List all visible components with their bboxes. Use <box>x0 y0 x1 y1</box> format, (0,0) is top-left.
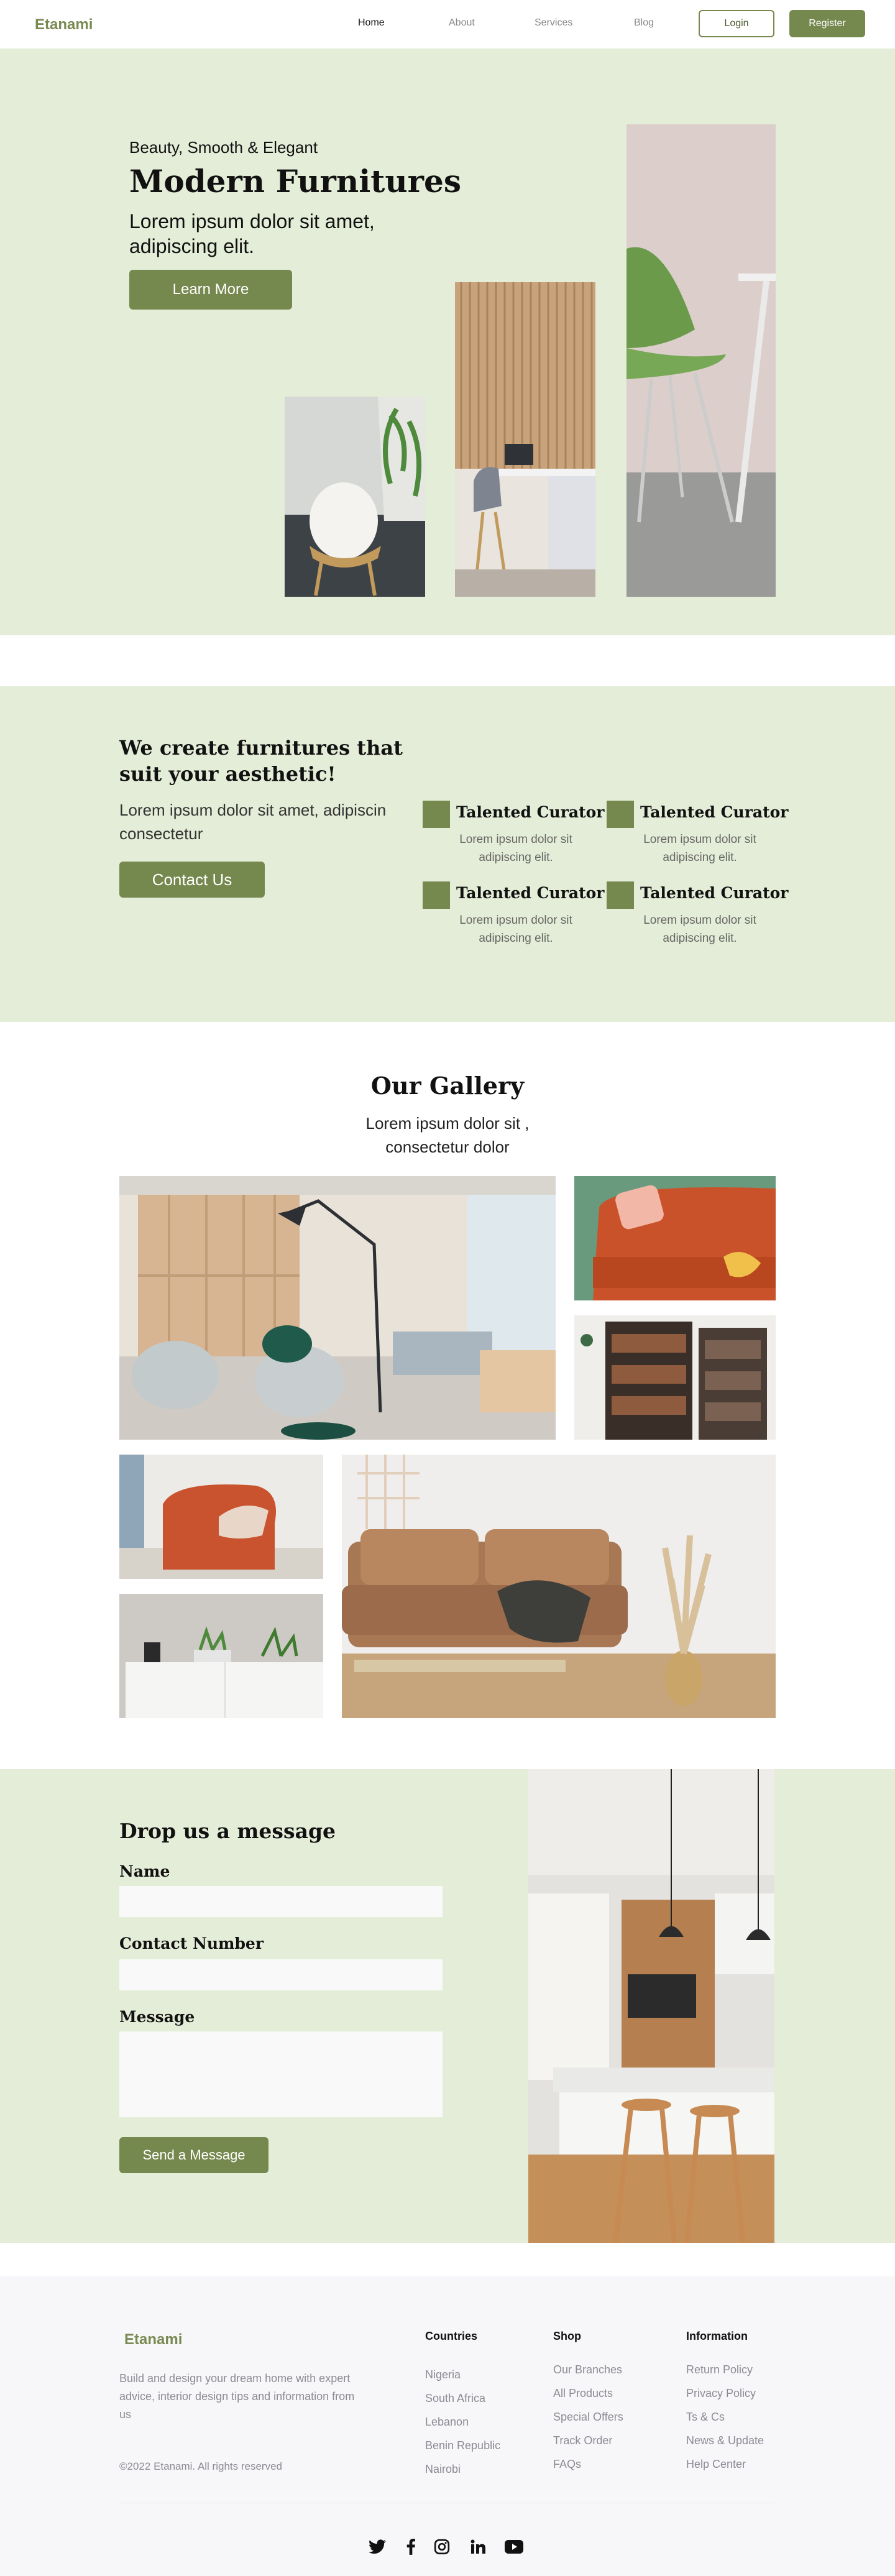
feature-square-icon <box>423 881 450 909</box>
footer-heading-shop: Shop <box>553 2330 581 2342</box>
message-field[interactable] <box>119 2031 443 2117</box>
linkedin-icon[interactable] <box>469 2537 487 2556</box>
facebook-icon[interactable] <box>402 2537 420 2556</box>
nav-link-about[interactable]: About <box>449 17 475 29</box>
nav-link-services[interactable]: Services <box>535 17 572 29</box>
contact-number-label: Contact Number <box>119 1934 264 1953</box>
message-label: Message <box>119 2008 195 2026</box>
footer: Etanami Build and design your dream home… <box>0 2276 895 2576</box>
feature-desc: Lorem ipsum dolor sit adipiscing elit. <box>643 833 756 864</box>
about-title: We create furnitures that suit your aest… <box>119 736 403 786</box>
gallery-image-lounge[interactable] <box>119 1176 556 1440</box>
footer-link[interactable]: Help Center <box>686 2458 746 2471</box>
footer-logo[interactable]: Etanami <box>124 2331 182 2348</box>
gallery-image-orange-sofa[interactable] <box>574 1176 776 1300</box>
feature-desc: Lorem ipsum dolor sit adipiscing elit. <box>643 914 756 945</box>
feature-title: Talented Curator <box>640 803 789 821</box>
contact-section: Drop us a message Name Contact Number Me… <box>0 1769 895 2243</box>
footer-link[interactable]: FAQs <box>553 2458 581 2471</box>
footer-link[interactable]: Return Policy <box>686 2363 753 2376</box>
gallery-image-sideboard[interactable] <box>119 1594 323 1718</box>
contact-number-field[interactable] <box>119 1959 443 1990</box>
hero-image-desk <box>455 282 595 597</box>
feature-square-icon <box>607 881 634 909</box>
hero-tagline: Beauty, Smooth & Elegant <box>129 138 318 157</box>
twitter-icon[interactable] <box>368 2537 387 2556</box>
instagram-icon[interactable] <box>433 2537 451 2556</box>
contact-image-kitchen <box>528 1769 774 2243</box>
feature-desc: Lorem ipsum dolor sit adipiscing elit. <box>459 914 572 945</box>
gallery-subtitle: Lorem ipsum dolor sit , consectetur dolo… <box>365 1114 530 1156</box>
contact-title: Drop us a message <box>119 1819 336 1843</box>
login-button[interactable]: Login <box>699 10 774 37</box>
nav-link-blog[interactable]: Blog <box>634 17 654 29</box>
register-button[interactable]: Register <box>789 10 865 37</box>
footer-link[interactable]: South Africa <box>425 2392 485 2405</box>
gallery-image-armchair[interactable] <box>119 1455 323 1579</box>
hero-image-white-chair <box>285 397 425 597</box>
copyright: ©2022 Etanami. All rights reserved <box>119 2460 282 2472</box>
footer-link[interactable]: Nairobi <box>425 2463 461 2476</box>
footer-link[interactable]: News & Update <box>686 2434 764 2447</box>
gallery-image-leather-sofa[interactable] <box>342 1455 776 1718</box>
feature-square-icon <box>607 801 634 828</box>
about-section: We create furnitures that suit your aest… <box>0 686 895 1022</box>
gallery-title: Our Gallery <box>370 1072 525 1100</box>
hero-image-green-chair <box>626 124 776 597</box>
footer-link[interactable]: Special Offers <box>553 2411 623 2424</box>
footer-link[interactable]: All Products <box>553 2387 613 2400</box>
feature-title: Talented Curator <box>456 884 605 902</box>
hero-title: Modern Furnitures <box>129 163 461 200</box>
footer-description: Build and design your dream home with ex… <box>119 2372 355 2421</box>
youtube-icon[interactable] <box>505 2537 523 2556</box>
footer-link[interactable]: Privacy Policy <box>686 2387 756 2400</box>
name-field[interactable] <box>119 1886 443 1917</box>
send-message-button[interactable]: Send a Message <box>119 2137 268 2173</box>
logo[interactable]: Etanami <box>35 16 93 34</box>
name-label: Name <box>119 1862 170 1880</box>
footer-link[interactable]: Track Order <box>553 2434 612 2447</box>
footer-link[interactable]: Our Branches <box>553 2363 622 2376</box>
about-subtitle: Lorem ipsum dolor sit amet, adipiscin co… <box>119 801 387 843</box>
feature-title: Talented Curator <box>456 803 605 821</box>
footer-link[interactable]: Nigeria <box>425 2368 461 2381</box>
learn-more-button[interactable]: Learn More <box>129 270 292 310</box>
footer-link[interactable]: Lebanon <box>425 2416 469 2429</box>
nav-link-home[interactable]: Home <box>358 17 385 29</box>
gallery-image-bookshelf[interactable] <box>574 1315 776 1440</box>
feature-title: Talented Curator <box>640 884 789 902</box>
footer-link[interactable]: Benin Republic <box>425 2439 500 2452</box>
footer-heading-information: Information <box>686 2330 748 2342</box>
hero-section: Beauty, Smooth & Elegant Modern Furnitur… <box>0 48 895 635</box>
contact-us-button[interactable]: Contact Us <box>119 862 265 898</box>
top-navbar: Etanami Home About Services Blog Login R… <box>0 0 895 48</box>
hero-subtitle: Lorem ipsum dolor sit amet, adipiscing e… <box>129 210 375 257</box>
footer-link[interactable]: Ts & Cs <box>686 2411 725 2424</box>
feature-square-icon <box>423 801 450 828</box>
feature-desc: Lorem ipsum dolor sit adipiscing elit. <box>459 833 572 864</box>
footer-heading-countries: Countries <box>425 2330 478 2342</box>
